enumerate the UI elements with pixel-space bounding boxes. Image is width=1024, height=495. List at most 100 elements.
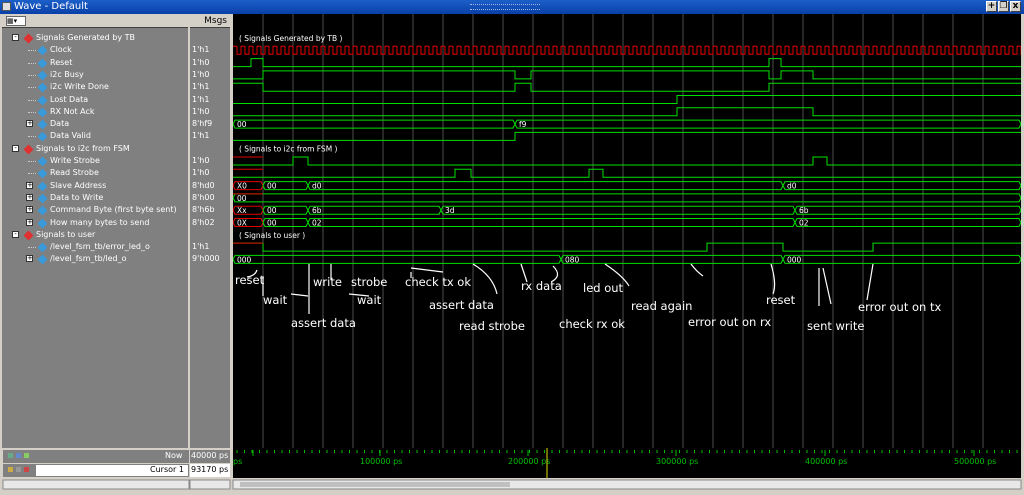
bus-segment xyxy=(440,205,796,215)
signal-row[interactable]: Reset xyxy=(2,57,188,69)
tree-line xyxy=(28,161,36,162)
signal-row[interactable]: + Slave Address xyxy=(2,180,188,192)
expand-icon[interactable]: + xyxy=(26,193,33,201)
names-header: ▦▾ xyxy=(2,14,188,28)
bus-value: X0 xyxy=(237,182,247,191)
annotation-text: strobe xyxy=(351,275,387,289)
signal-value: 8'h02 xyxy=(192,217,215,227)
annotation-text: assert data xyxy=(291,316,356,330)
expand-icon[interactable]: + xyxy=(26,206,33,214)
bus-segment xyxy=(307,205,442,215)
signal-value: 1'h0 xyxy=(192,156,210,165)
signal-row[interactable]: i2c Write Done xyxy=(2,81,188,93)
signal-trace xyxy=(233,95,1021,104)
bus-value: Xx xyxy=(237,206,247,215)
signal-name: Data Valid xyxy=(50,131,91,141)
collapse-icon[interactable]: - xyxy=(12,34,19,41)
annotation-text: assert data xyxy=(429,298,494,312)
collapse-icon[interactable]: - xyxy=(12,144,19,152)
signal-value: 8'hd0 xyxy=(192,180,215,190)
signal-icon xyxy=(37,156,48,167)
expand-icon[interactable]: + xyxy=(26,218,33,226)
signal-name: Slave Address xyxy=(50,180,107,190)
timeline-bar: ps 100000 ps 200000 ps 300000 ps 400000 ps 50… xyxy=(0,448,1024,491)
signal-icon xyxy=(37,95,48,105)
signal-icon xyxy=(37,107,48,118)
bus-segment xyxy=(232,254,562,264)
signal-row[interactable]: RX Not Ack xyxy=(2,106,188,118)
signal-name: Signals to user xyxy=(36,229,96,239)
signal-trace xyxy=(233,82,1021,92)
signal-trace xyxy=(233,242,1021,252)
expand-icon[interactable]: + xyxy=(26,181,33,189)
tick-label: 500000 ps xyxy=(954,457,996,466)
signal-value xyxy=(190,32,230,44)
collapse-icon[interactable]: - xyxy=(12,230,19,238)
signal-row[interactable]: - Signals to i2c from FSM xyxy=(2,143,188,155)
signal-value: 1'h0 xyxy=(192,57,210,67)
signal-value: 1'h0 xyxy=(192,106,210,116)
bus-value: 080 xyxy=(565,255,580,264)
signal-row[interactable]: Write Strobe xyxy=(2,155,188,167)
now-value: 40000 ps xyxy=(191,451,229,460)
signal-row[interactable]: Clock xyxy=(2,44,188,56)
signal-icon xyxy=(37,242,48,253)
waveform-pane[interactable]: ( Signals Generated by TB ) ( Signals to … xyxy=(232,14,1024,448)
signal-value: 1'h1 xyxy=(192,82,210,92)
signal-icon xyxy=(37,193,48,204)
bus-value: 02 xyxy=(312,219,322,228)
signal-name: Clock xyxy=(50,45,72,55)
wave-menu-icon[interactable]: ▦▾ xyxy=(6,16,26,26)
signal-name: Signals Generated by TB xyxy=(36,33,135,42)
signal-name: Signals to i2c from FSM xyxy=(36,143,130,153)
annotation-arrow xyxy=(472,263,498,295)
annotation-arrow xyxy=(410,267,444,273)
signal-value: 1'h1 xyxy=(192,94,210,104)
annotation-text: reset xyxy=(235,273,265,287)
signal-row[interactable]: Data Valid xyxy=(2,130,188,142)
tree-line xyxy=(28,136,36,138)
clock-trace xyxy=(233,45,1024,55)
bus-value: 000 xyxy=(787,255,802,264)
bus-value: f9 xyxy=(519,120,527,129)
signal-row[interactable]: Lost Data xyxy=(2,94,188,106)
signal-row[interactable]: + Command Byte (first byte sent) xyxy=(2,204,188,216)
signal-trace xyxy=(233,131,1021,141)
signal-row[interactable]: + Data to Write xyxy=(2,192,188,204)
signal-icon xyxy=(37,218,48,228)
cursor-label[interactable]: Cursor 1 xyxy=(150,465,184,474)
annotation-arrow xyxy=(690,263,704,277)
signal-row[interactable]: i2c Busy xyxy=(2,69,188,81)
annotation-arrow xyxy=(822,267,832,305)
title-grip[interactable] xyxy=(470,4,540,10)
signal-row[interactable]: + How many bytes to send xyxy=(2,217,188,229)
undock-button[interactable]: ❐ xyxy=(998,1,1009,12)
expand-icon[interactable]: + xyxy=(26,255,33,263)
signal-row[interactable]: + /level_fsm_tb/led_o xyxy=(2,253,188,265)
signal-row[interactable]: + Data xyxy=(2,118,188,130)
tick-label: 400000 ps xyxy=(805,457,847,466)
bus-value: d0 xyxy=(787,182,797,191)
annotation-text: error out on rx xyxy=(688,315,771,329)
bus-value: 0X xyxy=(237,219,247,228)
signal-trace xyxy=(233,58,1021,68)
waveform-canvas[interactable]: ( Signals Generated by TB ) ( Signals to … xyxy=(232,14,1024,448)
signal-name: i2c Write Done xyxy=(50,82,109,92)
now-label: Now xyxy=(165,451,183,460)
signal-row[interactable]: - Signals to user xyxy=(2,229,188,241)
tree-line xyxy=(28,87,36,89)
signal-row[interactable]: /level_fsm_tb/error_led_o xyxy=(2,241,188,253)
signal-row[interactable]: Read Strobe xyxy=(2,167,188,179)
signal-value: 1'h1 xyxy=(192,242,210,252)
signal-name: Lost Data xyxy=(50,94,89,104)
bus-value: 00 xyxy=(237,194,247,203)
close-button[interactable]: x xyxy=(1010,1,1021,12)
signal-value xyxy=(190,143,230,155)
expand-icon[interactable]: + xyxy=(26,120,33,128)
tree-line xyxy=(28,111,36,113)
signal-row[interactable]: - Signals Generated by TB xyxy=(2,32,188,44)
bus-segment xyxy=(307,181,784,191)
signal-trace xyxy=(233,168,1021,178)
signal-icon xyxy=(37,254,48,265)
dock-button[interactable]: + xyxy=(986,1,997,12)
